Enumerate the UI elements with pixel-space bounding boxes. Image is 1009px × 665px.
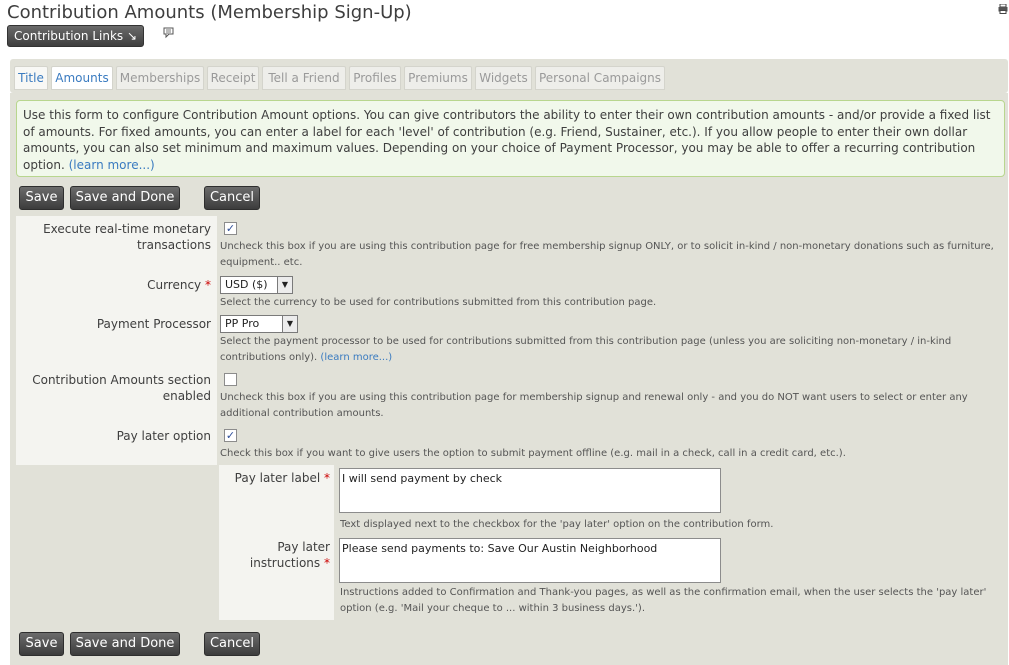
realtime-description: Uncheck this box if you are using this c…	[220, 241, 994, 268]
tab-tell-a-friend[interactable]: Tell a Friend	[262, 66, 346, 90]
tab-personal-campaigns[interactable]: Personal Campaigns	[535, 66, 665, 90]
required-marker: *	[205, 278, 211, 292]
save-button-bottom[interactable]: Save	[19, 632, 64, 656]
realtime-label: Execute real-time monetary transactions	[43, 222, 211, 252]
processor-description: Select the payment processor to be used …	[220, 334, 1000, 365]
help-message: Use this form to configure Contribution …	[16, 100, 1005, 177]
pay-later-label-text: Pay later label	[234, 471, 321, 485]
tab-profiles[interactable]: Profiles	[349, 66, 401, 90]
tab-memberships[interactable]: Memberships	[116, 66, 204, 90]
print-icon[interactable]	[998, 4, 1008, 14]
currency-value: USD ($)	[225, 278, 268, 291]
pay-later-instructions-text: Pay later instructions	[249, 540, 330, 570]
pay-later-instructions-description: Instructions added to Confirmation and T…	[340, 587, 987, 614]
tab-amounts[interactable]: Amounts	[51, 66, 113, 90]
chevron-down-icon: ▼	[282, 316, 297, 332]
tab-title[interactable]: Title	[14, 66, 48, 90]
save-and-done-button-top[interactable]: Save and Done	[70, 186, 180, 210]
cancel-button-bottom[interactable]: Cancel	[204, 632, 260, 656]
help-text: Use this form to configure Contribution …	[23, 108, 991, 172]
pay-later-label: Pay later option	[116, 429, 211, 443]
amounts-enabled-description: Uncheck this box if you are using this c…	[220, 392, 968, 419]
help-learn-more-link[interactable]: (learn more...)	[69, 158, 155, 172]
required-marker: *	[324, 556, 330, 570]
amounts-enabled-label: Contribution Amounts section enabled	[32, 373, 211, 403]
processor-select[interactable]: PP Pro ▼	[220, 315, 298, 333]
pay-later-label-description: Text displayed next to the checkbox for …	[340, 519, 774, 530]
realtime-checkbox[interactable]: ✓	[224, 222, 237, 235]
pay-later-label-field-label: Pay later label *	[222, 470, 330, 486]
cancel-button-top[interactable]: Cancel	[204, 186, 260, 210]
pay-later-instructions-field-label: Pay later instructions *	[222, 539, 330, 571]
processor-label: Payment Processor	[96, 317, 211, 331]
tab-receipt[interactable]: Receipt	[207, 66, 259, 90]
tab-premiums[interactable]: Premiums	[404, 66, 472, 90]
processor-value: PP Pro	[225, 317, 260, 330]
tab-widgets[interactable]: Widgets	[475, 66, 532, 90]
processor-learn-more-link[interactable]: (learn more...)	[320, 352, 392, 363]
pay-later-checkbox[interactable]: ✓	[224, 429, 237, 442]
amounts-enabled-checkbox[interactable]	[224, 373, 237, 386]
pay-later-label-input[interactable]: I will send payment by check	[339, 468, 721, 513]
comment-icon[interactable]	[163, 27, 175, 39]
pay-later-description: Check this box if you want to give users…	[220, 448, 846, 459]
currency-description: Select the currency to be used for contr…	[220, 297, 657, 308]
save-and-done-button-bottom[interactable]: Save and Done	[70, 632, 180, 656]
required-marker: *	[324, 471, 330, 485]
pay-later-instructions-input[interactable]: Please send payments to: Save Our Austin…	[339, 538, 721, 583]
currency-label-text: Currency	[147, 278, 202, 292]
currency-select[interactable]: USD ($) ▼	[220, 276, 293, 294]
contribution-links-button[interactable]: Contribution Links ↘	[7, 25, 144, 47]
chevron-down-icon: ▼	[277, 277, 292, 293]
page-title: Contribution Amounts (Membership Sign-Up…	[7, 2, 412, 23]
save-button-top[interactable]: Save	[19, 186, 64, 210]
currency-label: Currency *	[20, 277, 211, 293]
